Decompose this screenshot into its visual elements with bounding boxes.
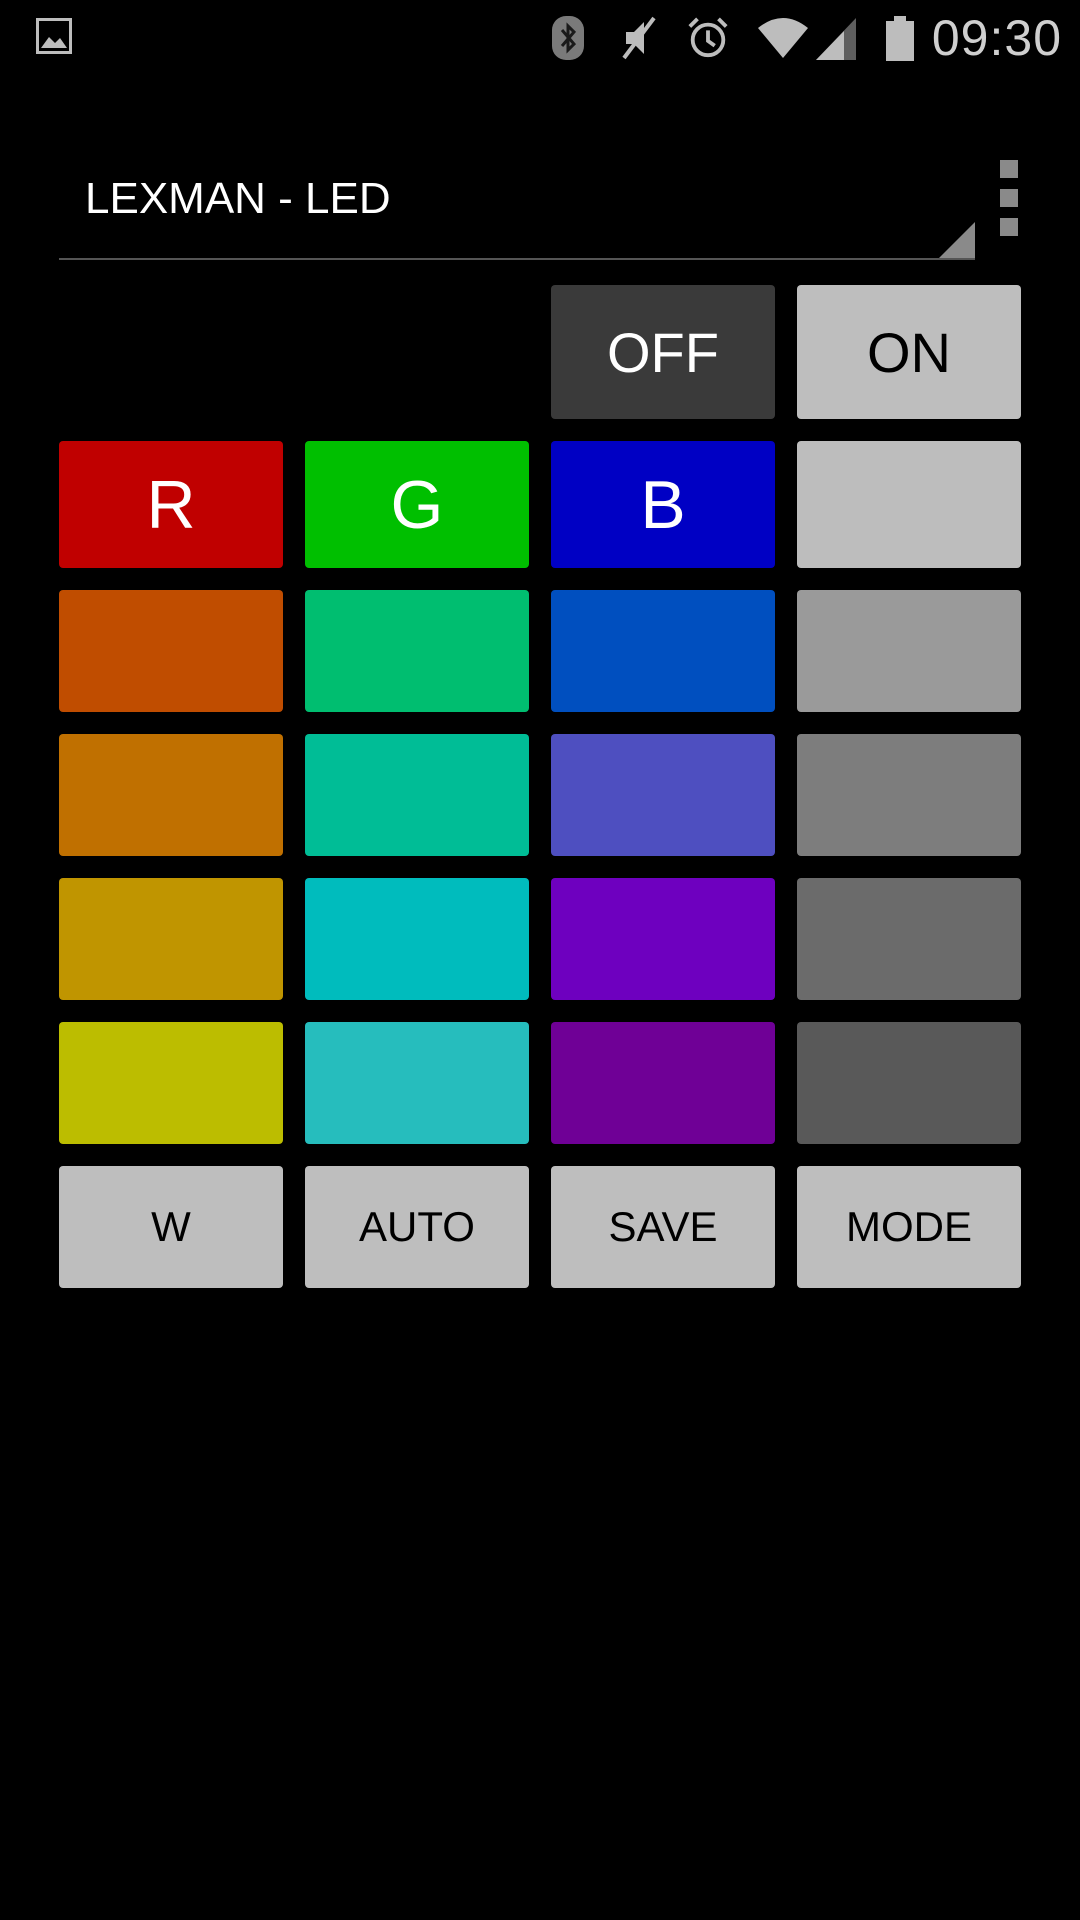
blue-button[interactable]: B xyxy=(551,441,775,568)
green-button[interactable]: G xyxy=(305,441,529,568)
wifi-icon xyxy=(756,14,810,62)
spinner-dropdown-icon xyxy=(939,222,975,258)
color-swatch-cool-2[interactable] xyxy=(305,734,529,856)
mode-button[interactable]: MODE xyxy=(797,1166,1021,1288)
device-spinner[interactable]: LEXMAN - LED xyxy=(59,160,975,260)
status-bar: 09:30 xyxy=(0,0,1080,76)
color-swatch-gray-1[interactable] xyxy=(797,590,1021,712)
bluetooth-icon xyxy=(546,14,590,62)
battery-icon xyxy=(884,14,916,62)
device-spinner-label: LEXMAN - LED xyxy=(85,174,391,223)
color-swatch-violet-1[interactable] xyxy=(551,590,775,712)
on-button[interactable]: ON xyxy=(797,285,1021,419)
color-swatch-cool-1[interactable] xyxy=(305,590,529,712)
color-swatch-warm-2[interactable] xyxy=(59,734,283,856)
save-button[interactable]: SAVE xyxy=(551,1166,775,1288)
red-button[interactable]: R xyxy=(59,441,283,568)
off-button[interactable]: OFF xyxy=(551,285,775,419)
color-swatch-gray-3[interactable] xyxy=(797,878,1021,1000)
color-swatch-warm-1[interactable] xyxy=(59,590,283,712)
w-button[interactable]: W xyxy=(59,1166,283,1288)
alarm-icon xyxy=(686,14,730,62)
color-swatch-warm-4[interactable] xyxy=(59,1022,283,1144)
auto-button[interactable]: AUTO xyxy=(305,1166,529,1288)
overflow-dot xyxy=(1000,160,1018,178)
overflow-dot xyxy=(1000,189,1018,207)
white-swatch-button[interactable] xyxy=(797,441,1021,568)
color-swatch-gray-4[interactable] xyxy=(797,1022,1021,1144)
status-time: 09:30 xyxy=(931,10,1062,66)
color-swatch-violet-4[interactable] xyxy=(551,1022,775,1144)
color-swatch-cool-3[interactable] xyxy=(305,878,529,1000)
color-swatch-violet-3[interactable] xyxy=(551,878,775,1000)
gallery-notification-icon xyxy=(36,18,72,54)
signal-icon xyxy=(814,14,858,62)
overflow-dot xyxy=(1000,218,1018,236)
color-swatch-cool-4[interactable] xyxy=(305,1022,529,1144)
mute-icon xyxy=(616,14,660,62)
color-swatch-warm-3[interactable] xyxy=(59,878,283,1000)
overflow-menu-icon[interactable] xyxy=(1000,160,1020,236)
color-swatch-violet-2[interactable] xyxy=(551,734,775,856)
color-swatch-gray-2[interactable] xyxy=(797,734,1021,856)
